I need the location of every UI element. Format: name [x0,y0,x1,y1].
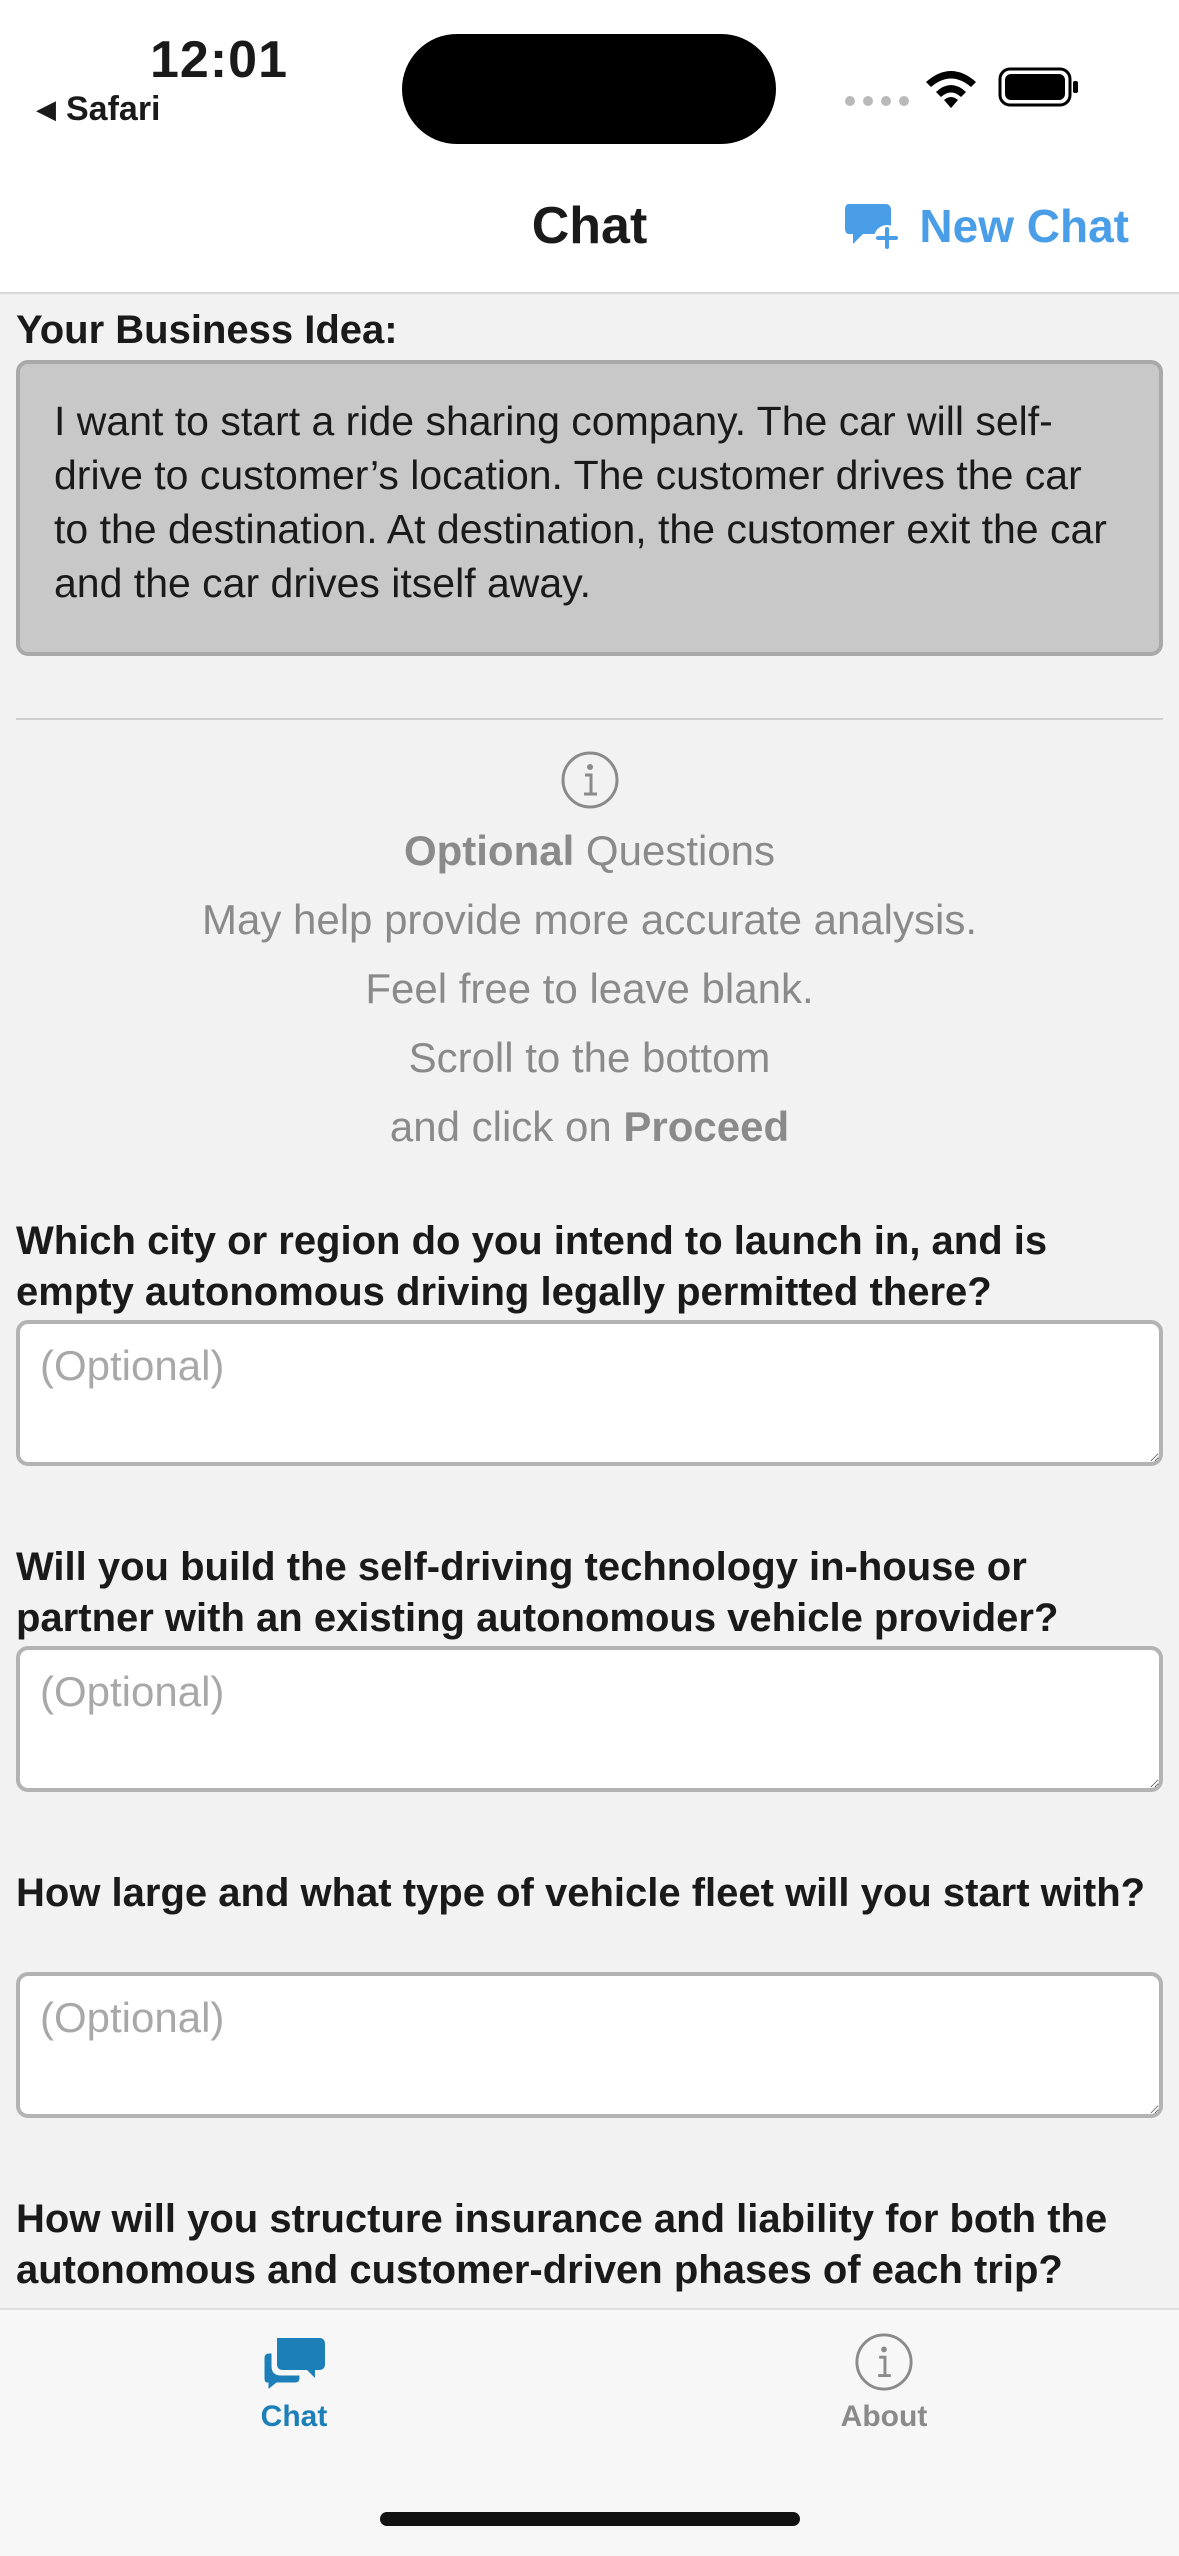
info-line-3: Scroll to the bottom [408,1034,771,1081]
question-label: Which city or region do you intend to la… [16,1219,1048,1314]
info-circle-icon [561,751,618,809]
battery-icon [998,67,1078,107]
answer-input[interactable] [16,1972,1163,2118]
business-idea-text: I want to start a ride sharing company. … [16,360,1163,656]
status-bar: 12:01 ◀ Safari [0,0,1179,170]
info-line-2: Feel free to leave blank. [365,965,814,1012]
optional-questions-title: Optional Questions [403,827,776,874]
new-chat-button[interactable]: New Chat [843,198,1129,254]
info-circle-icon [855,2333,913,2391]
back-to-safari-button[interactable]: ◀ Safari [36,90,161,129]
new-chat-label: New Chat [919,200,1129,252]
divider [16,718,1163,720]
tab-chat-label: Chat [260,2400,328,2433]
question-label: How will you structure insurance and lia… [16,2197,1108,2292]
optional-questions-info: Optional Questions May help provide more… [0,750,1179,1161]
back-label: Safari [66,90,161,128]
tab-about-label: About [840,2400,928,2433]
navigation-bar: Chat New Chat [0,170,1179,294]
question-label: Will you build the self-driving technolo… [16,1545,1059,1640]
question-label: How large and what type of vehicle fleet… [16,1871,1146,1915]
home-indicator [380,2512,800,2526]
answer-input[interactable] [16,1320,1163,1466]
app-screen: 12:01 ◀ Safari Chat New Chat Your Busine… [0,0,1179,2556]
info-line-1: May help provide more accurate analysis. [201,896,978,943]
back-triangle-icon: ◀ [36,94,56,124]
chat-plus-icon [845,204,901,251]
status-time: 12:01 [150,31,288,89]
dynamic-island [402,34,776,144]
chat-content-scroll[interactable]: Your Business Idea: I want to start a ri… [0,296,1179,2308]
cellular-signal-icon [845,96,909,106]
info-line-4: and click on Proceed [389,1103,790,1150]
tab-chat[interactable]: Chat [194,2332,394,2434]
tab-about[interactable]: About [784,2332,984,2434]
chat-bubbles-icon [261,2338,325,2392]
wifi-icon [926,71,976,108]
business-idea-label: Your Business Idea: [16,308,398,352]
answer-input[interactable] [16,1646,1163,1792]
